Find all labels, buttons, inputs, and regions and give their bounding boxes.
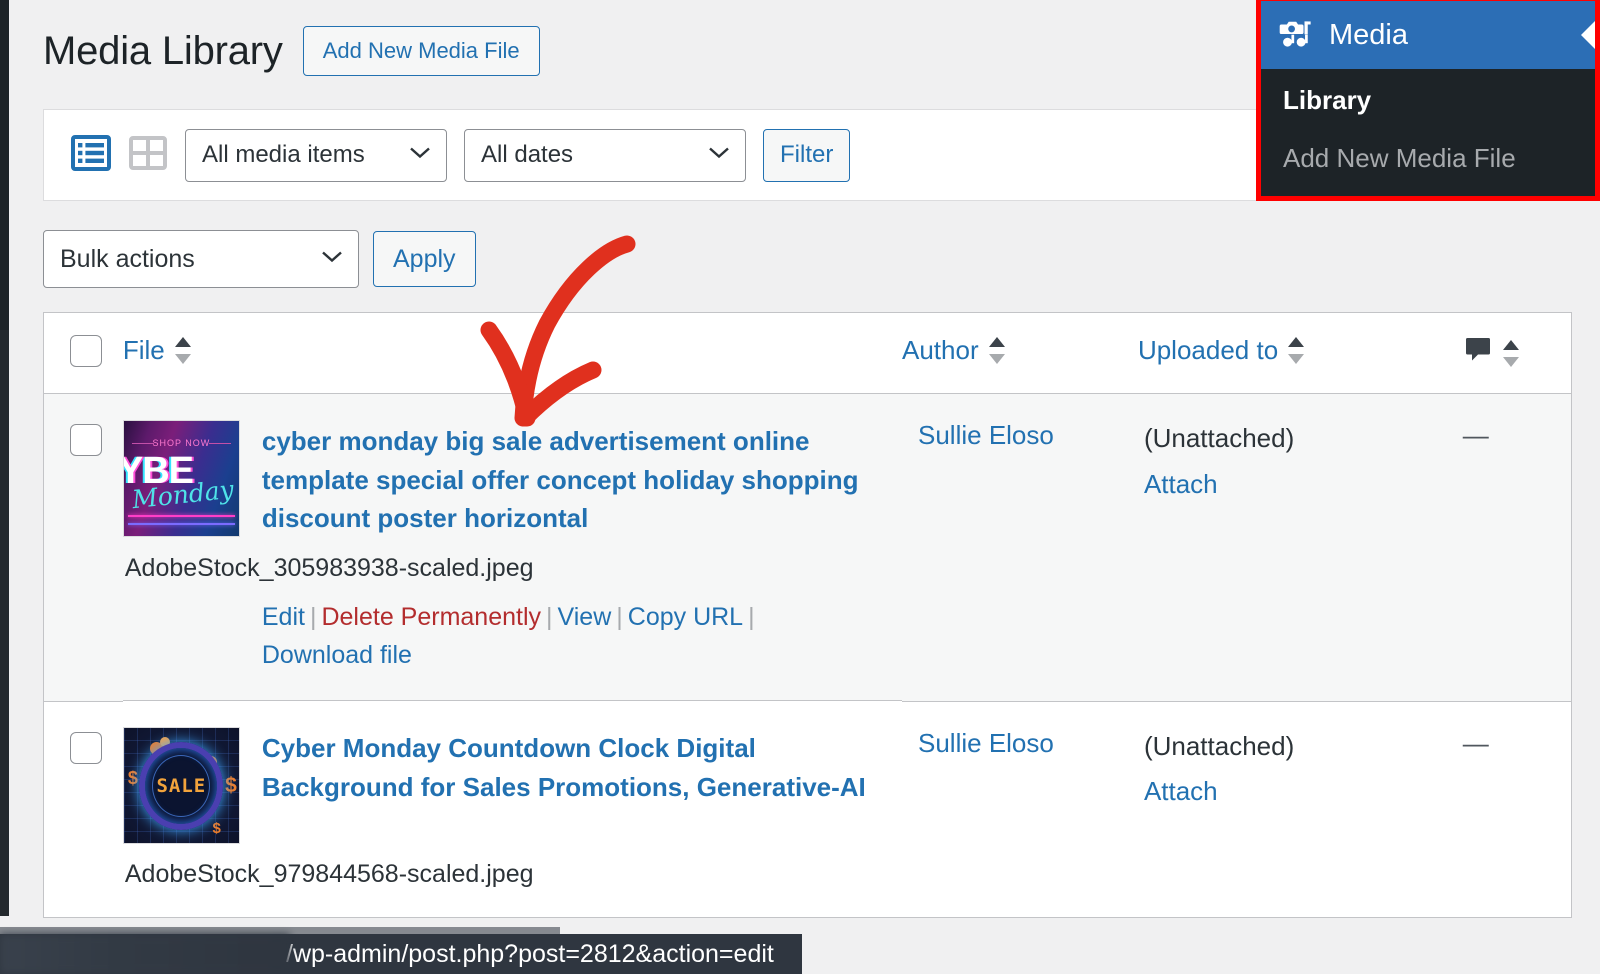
media-thumbnail[interactable]: $ $ $ SALE: [122, 727, 240, 845]
column-header-comments[interactable]: [1462, 312, 1572, 395]
row-select-cell: [43, 701, 123, 919]
media-admin-menu: Media Library Add New Media File: [1256, 0, 1600, 202]
row-select-cell: [43, 393, 123, 702]
file-cell: SHOP NOW YBE Monday cyber monday big sal…: [122, 394, 902, 702]
media-title-link[interactable]: Cyber Monday Countdown Clock Digital Bac…: [262, 727, 902, 844]
thumbnail-neon-line: [127, 523, 235, 526]
apply-button[interactable]: Apply: [373, 231, 476, 288]
menu-item-library[interactable]: Library: [1261, 69, 1595, 132]
select-all-header: [43, 312, 123, 395]
table-header: File Author Uploaded to: [43, 312, 1572, 395]
admin-sidebar-rail-bottom: [0, 330, 9, 916]
table-body: SHOP NOW YBE Monday cyber monday big sal…: [43, 393, 1572, 919]
author-link[interactable]: Sullie Eloso: [902, 701, 1138, 919]
thumbnail-dollar-sign: $: [127, 768, 138, 789]
thumbnail-dollar-sign: $: [212, 820, 221, 838]
column-header-author[interactable]: Author: [902, 312, 1138, 395]
comment-count: —: [1462, 701, 1572, 919]
thumbnail-shop-now-text: SHOP NOW: [124, 438, 239, 448]
sort-arrows-icon[interactable]: [988, 337, 1006, 365]
bulk-actions-row: Bulk actions Apply: [43, 230, 1600, 289]
menu-pointer-arrow-icon: [1581, 21, 1595, 49]
uploaded-to-value: (Unattached): [1143, 423, 1295, 454]
sort-arrows-icon[interactable]: [174, 337, 192, 365]
sort-arrows-icon[interactable]: [1287, 337, 1305, 365]
media-table: File Author Uploaded to SHOP NOW YBE Mon…: [43, 312, 1572, 919]
media-menu-title: Media: [1329, 18, 1408, 51]
bulk-actions-select[interactable]: Bulk actions: [43, 230, 359, 289]
list-view-icon[interactable]: [71, 133, 111, 178]
media-thumbnail[interactable]: SHOP NOW YBE Monday: [122, 420, 240, 538]
media-title-link[interactable]: cyber monday big sale advertisement onli…: [262, 420, 902, 537]
media-type-select[interactable]: All media items: [185, 128, 447, 182]
grid-view-icon[interactable]: [128, 133, 168, 178]
status-bar-url: /wp-admin/post.php?post=2812&action=edit: [286, 939, 774, 968]
column-label-uploaded-to: Uploaded to: [1137, 335, 1279, 366]
attach-link[interactable]: Attach: [1144, 773, 1463, 811]
thumbnail-dollar-sign: $: [225, 774, 237, 798]
uploaded-to-cell: (Unattached) Attach: [1137, 701, 1463, 919]
menu-item-add-new-media-file[interactable]: Add New Media File: [1261, 132, 1595, 197]
page-title: Media Library: [43, 29, 283, 74]
status-bar-redacted-domain: [0, 934, 290, 974]
thumbnail-sale-text: SALE: [156, 774, 207, 797]
browser-status-bar: /wp-admin/post.php?post=2812&action=edit: [0, 927, 802, 974]
view-link[interactable]: View: [558, 603, 612, 631]
download-file-link[interactable]: Download file: [262, 641, 412, 669]
row-checkbox[interactable]: [70, 731, 102, 764]
column-label-author: Author: [902, 335, 979, 366]
filter-button[interactable]: Filter: [763, 128, 851, 182]
uploaded-to-value: (Unattached): [1143, 730, 1295, 761]
column-label-file: File: [122, 335, 165, 366]
column-header-file[interactable]: File: [122, 312, 902, 395]
admin-sidebar-rail-top: [0, 0, 9, 330]
attach-link[interactable]: Attach: [1144, 466, 1463, 504]
comment-count: —: [1462, 393, 1572, 702]
sort-arrows-icon[interactable]: [1502, 340, 1520, 368]
table-row: SHOP NOW YBE Monday cyber monday big sal…: [43, 393, 1572, 702]
table-header-row: File Author Uploaded to: [43, 312, 1572, 395]
media-filename: AdobeStock_305983938-scaled.jpeg: [124, 553, 534, 582]
delete-permanently-link[interactable]: Delete Permanently: [321, 603, 541, 631]
edit-link[interactable]: Edit: [262, 603, 305, 631]
thumbnail-neon-line: [127, 515, 235, 518]
row-actions: Edit | Delete Permanently | View | Copy URL | D…: [261, 603, 755, 670]
bulk-actions-wrap[interactable]: Bulk actions: [43, 230, 359, 289]
comment-bubble-icon: [1463, 335, 1493, 372]
copy-url-link[interactable]: Copy URL: [628, 603, 743, 631]
uploaded-to-cell: (Unattached) Attach: [1137, 393, 1463, 702]
file-cell: $ $ $ SALE Cyber Monday Countdown Clock …: [122, 701, 902, 918]
media-camera-note-icon: [1278, 16, 1312, 55]
select-all-checkbox[interactable]: [70, 335, 102, 368]
dates-select[interactable]: All dates: [464, 128, 746, 182]
thumbnail-clock: SALE: [139, 741, 224, 830]
add-new-media-file-button[interactable]: Add New Media File: [302, 26, 540, 77]
row-checkbox[interactable]: [70, 424, 102, 457]
column-header-uploaded-to[interactable]: Uploaded to: [1137, 312, 1463, 395]
table-row: $ $ $ SALE Cyber Monday Countdown Clock …: [43, 701, 1572, 919]
media-filename: AdobeStock_979844568-scaled.jpeg: [124, 860, 534, 889]
media-type-filter[interactable]: All media items: [185, 128, 447, 182]
media-menu-header[interactable]: Media: [1261, 1, 1595, 69]
author-link[interactable]: Sullie Eloso: [902, 393, 1138, 702]
date-filter[interactable]: All dates: [464, 128, 746, 182]
